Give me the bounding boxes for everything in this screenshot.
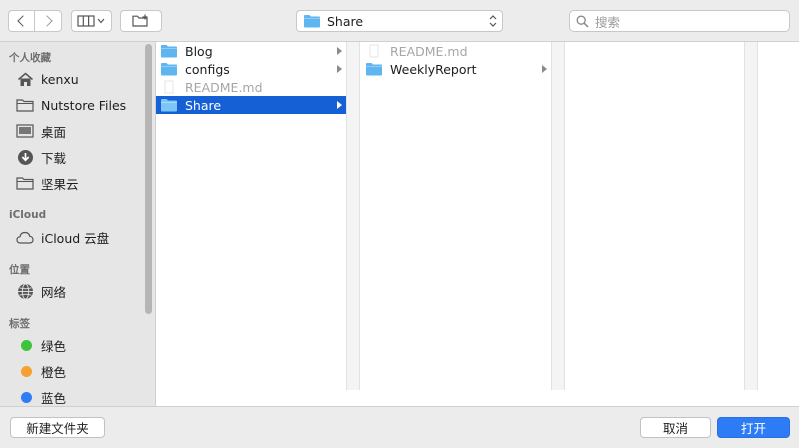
forward-button[interactable]	[35, 10, 62, 32]
disclosure-arrow-icon	[337, 47, 342, 55]
list-item-weeklyreport[interactable]: WeeklyReport	[361, 60, 551, 78]
chevron-right-icon	[40, 15, 53, 27]
sidebar-item-label: 桌面	[41, 124, 67, 140]
sidebar-item-label: 蓝色	[41, 390, 67, 406]
list-item-readme: README.md	[156, 78, 346, 96]
sidebar-item-icloud-drive[interactable]: iCloud 云盘	[16, 225, 144, 249]
open-button[interactable]: 打开	[717, 417, 790, 438]
sidebar-scrollbar[interactable]	[145, 44, 152, 314]
desktop-icon	[16, 122, 34, 140]
location-label: Share	[327, 13, 364, 29]
sidebar-item-label: Nutstore Files	[41, 97, 127, 113]
bottom-bar: 新建文件夹 取消 打开	[0, 406, 799, 448]
folder-icon	[161, 99, 177, 112]
toolbar: Share 搜索	[0, 0, 799, 42]
sidebar-item-label: 橙色	[41, 364, 67, 380]
search-icon	[576, 15, 589, 28]
sidebar-item-downloads[interactable]: 下载	[16, 145, 144, 169]
sidebar-item-label: 坚果云	[41, 176, 79, 192]
new-folder-button[interactable]: 新建文件夹	[10, 417, 105, 438]
search-field[interactable]: 搜索	[569, 10, 790, 32]
sidebar-item-label: kenxu	[41, 71, 79, 87]
folder-icon	[161, 63, 177, 76]
tag-green-dot	[21, 339, 32, 351]
list-item-blog[interactable]: Blog	[156, 42, 346, 60]
new-folder-toolbar-button[interactable]	[120, 10, 162, 32]
sidebar-item-label: 绿色	[41, 338, 67, 354]
item-label: README.md	[390, 43, 468, 59]
sidebar-item-tag-green[interactable]: 绿色	[16, 333, 144, 357]
list-item-readme: README.md	[361, 42, 551, 60]
column-divider[interactable]	[551, 42, 565, 390]
sidebar-item-tag-orange[interactable]: 橙色	[16, 359, 144, 383]
document-icon	[369, 44, 379, 58]
sidebar-item-kenxu[interactable]: kenxu	[16, 67, 144, 91]
item-label: Share	[185, 97, 222, 113]
column-divider[interactable]	[346, 42, 360, 390]
sidebar: 个人收藏 kenxu Nutstore Files 桌面 下载 坚果云 iClo…	[0, 42, 156, 406]
sidebar-item-jianguoyun[interactable]: 坚果云	[16, 171, 144, 195]
section-icloud: iCloud	[9, 209, 47, 221]
download-icon	[16, 148, 34, 166]
network-icon	[16, 282, 34, 300]
disclosure-arrow-icon	[337, 65, 342, 73]
folder-icon	[161, 45, 177, 58]
column-browser: Blog configs README.md Share README.md W…	[156, 42, 799, 406]
sidebar-item-nutstore-files[interactable]: Nutstore Files	[16, 93, 144, 117]
folder-icon	[16, 96, 34, 114]
document-icon	[164, 80, 174, 94]
disclosure-arrow-icon	[337, 101, 342, 109]
home-icon	[16, 70, 34, 88]
sidebar-item-desktop[interactable]: 桌面	[16, 119, 144, 143]
sidebar-item-label: 下载	[41, 150, 67, 166]
folder-icon	[304, 15, 320, 28]
folder-icon	[16, 174, 34, 192]
sidebar-item-label: iCloud 云盘	[41, 230, 110, 246]
chevron-left-icon	[17, 15, 29, 27]
new-folder-icon	[132, 14, 148, 27]
columns-view-icon	[76, 15, 104, 27]
section-tags: 标签	[9, 318, 30, 330]
sidebar-item-label: 网络	[41, 284, 67, 300]
section-favorites: 个人收藏	[9, 52, 51, 64]
tag-blue-dot	[21, 391, 32, 403]
item-label: WeeklyReport	[390, 61, 477, 77]
list-item-configs[interactable]: configs	[156, 60, 346, 78]
item-label: configs	[185, 61, 230, 77]
location-popup[interactable]: Share	[296, 10, 503, 32]
cancel-button[interactable]: 取消	[640, 417, 711, 438]
folder-icon	[366, 63, 382, 76]
sidebar-item-tag-blue[interactable]: 蓝色	[16, 385, 144, 406]
updown-chevron-icon	[489, 15, 497, 27]
tag-orange-dot	[21, 365, 32, 377]
list-item-share[interactable]: Share	[156, 96, 346, 114]
view-mode-button[interactable]	[71, 10, 112, 32]
sidebar-item-network[interactable]: 网络	[16, 279, 144, 303]
search-placeholder: 搜索	[595, 14, 621, 30]
back-button[interactable]	[8, 10, 35, 32]
item-label: Blog	[185, 43, 213, 59]
cloud-icon	[16, 228, 34, 246]
item-label: README.md	[185, 79, 263, 95]
column-divider[interactable]	[744, 42, 758, 390]
section-locations: 位置	[9, 264, 30, 276]
disclosure-arrow-icon	[542, 65, 547, 73]
